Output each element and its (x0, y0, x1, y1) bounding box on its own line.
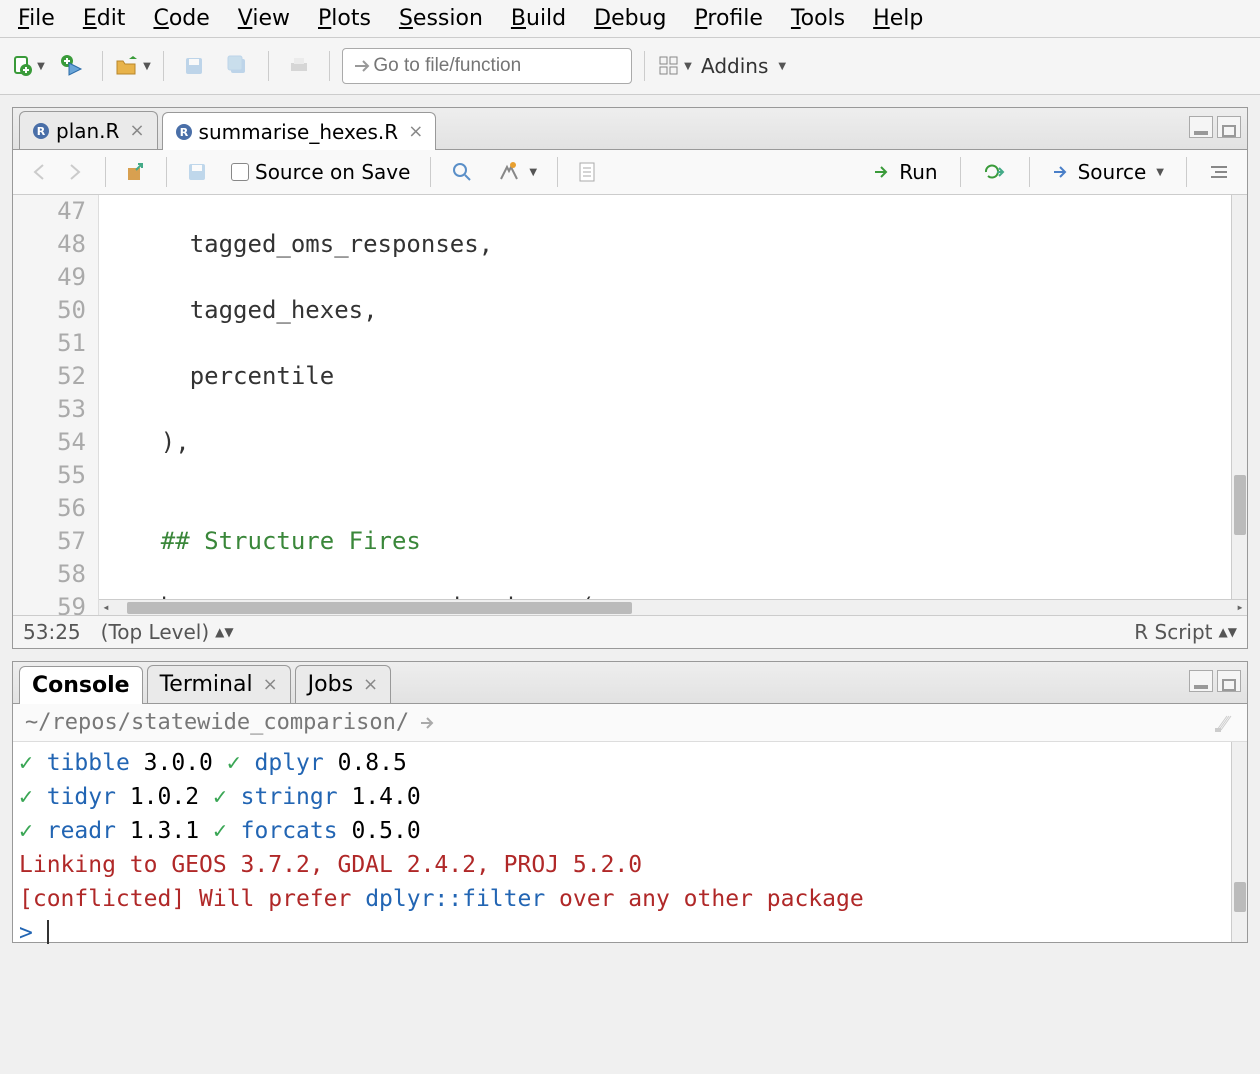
source-tabs: R plan.R × R summarise_hexes.R × (13, 108, 1247, 150)
console-cursor (47, 920, 49, 944)
menu-debug[interactable]: Debug (594, 6, 666, 31)
save-button[interactable] (176, 48, 212, 84)
source-icon (1052, 164, 1072, 180)
scope-selector[interactable]: (Top Level) ▲▼ (101, 620, 234, 644)
new-project-button[interactable] (54, 48, 90, 84)
menu-session[interactable]: Session (399, 6, 483, 31)
save-file-button[interactable] (179, 158, 215, 186)
menu-file[interactable]: File (18, 6, 55, 31)
tab-summarise-hexes-r[interactable]: R summarise_hexes.R × (162, 112, 437, 150)
goto-file-input[interactable] (373, 55, 621, 77)
code-tools-button[interactable]: ▼ (489, 157, 545, 187)
svg-text:R: R (37, 125, 46, 138)
source-pane: R plan.R × R summarise_hexes.R × (12, 107, 1248, 649)
minimize-pane-button[interactable] (1189, 116, 1213, 138)
find-replace-button[interactable] (443, 157, 481, 187)
save-all-button[interactable] (220, 48, 256, 84)
wd-path: ~/repos/statewide_comparison/ (25, 710, 409, 735)
close-tab-icon[interactable]: × (263, 674, 278, 695)
main-toolbar: ▼ ▼ ▼ Addins ▼ (0, 38, 1260, 95)
run-button[interactable]: Run (865, 156, 945, 188)
source-label: Source (1078, 160, 1147, 184)
tab-plan-r[interactable]: R plan.R × (19, 111, 158, 149)
r-file-icon: R (175, 123, 193, 141)
tab-label: Console (32, 673, 130, 698)
grid-view-button[interactable]: ▼ (657, 48, 693, 84)
source-button[interactable]: Source ▼ (1044, 156, 1172, 188)
close-tab-icon[interactable]: × (129, 120, 144, 141)
menu-plots[interactable]: Plots (318, 6, 371, 31)
editor-horizontal-scrollbar[interactable]: ◂▸ (99, 599, 1247, 615)
cursor-position: 53:25 (23, 620, 81, 644)
menu-tools[interactable]: Tools (791, 6, 845, 31)
new-file-button[interactable]: ▼ (10, 48, 46, 84)
filetype-selector[interactable]: R Script ▲▼ (1134, 620, 1237, 644)
console-output[interactable]: ✓ tibble 3.0.0 ✓ dplyr 0.8.5 ✓ tidyr 1.0… (13, 742, 1247, 942)
addins-menu[interactable]: Addins ▼ (701, 54, 786, 78)
menu-profile[interactable]: Profile (695, 6, 763, 31)
r-file-icon: R (32, 122, 50, 140)
print-button[interactable] (281, 48, 317, 84)
source-on-save-checkbox[interactable]: Source on Save (223, 156, 418, 188)
goto-arrow-icon (353, 57, 373, 75)
console-tabs: Console Terminal × Jobs × (13, 662, 1247, 704)
line-gutter: 47 48 49 50 51 52 53 54 55 56 57 58 59 6… (13, 195, 99, 615)
tab-label: plan.R (56, 119, 119, 143)
open-file-button[interactable]: ▼ (115, 48, 151, 84)
menu-view[interactable]: View (238, 6, 290, 31)
close-tab-icon[interactable]: × (363, 674, 378, 695)
menu-bar: File Edit Code View Plots Session Build … (0, 0, 1260, 38)
working-directory: ~/repos/statewide_comparison/ (13, 704, 1247, 742)
code-content[interactable]: tagged_oms_responses, tagged_hexes, perc… (99, 195, 1247, 615)
source-on-save-label: Source on Save (255, 160, 410, 184)
console-pane: Console Terminal × Jobs × ~/repos/statew… (12, 661, 1248, 943)
wd-arrow-icon[interactable] (419, 715, 439, 731)
menu-code[interactable]: Code (153, 6, 209, 31)
menu-help[interactable]: Help (873, 6, 923, 31)
rerun-button[interactable] (975, 159, 1015, 185)
tab-label: Terminal (160, 672, 253, 697)
nav-forward-button[interactable] (57, 159, 93, 185)
close-tab-icon[interactable]: × (408, 121, 423, 142)
show-in-new-window-button[interactable] (118, 158, 154, 186)
clear-console-icon[interactable] (1213, 712, 1235, 734)
minimize-pane-button[interactable] (1189, 670, 1213, 692)
menu-edit[interactable]: Edit (83, 6, 126, 31)
svg-text:R: R (179, 126, 188, 139)
code-editor[interactable]: 47 48 49 50 51 52 53 54 55 56 57 58 59 6… (13, 195, 1247, 615)
editor-vertical-scrollbar[interactable] (1231, 195, 1247, 599)
tab-terminal[interactable]: Terminal × (147, 665, 291, 703)
tab-console[interactable]: Console (19, 666, 143, 704)
goto-file-function[interactable] (342, 48, 632, 84)
tab-label: summarise_hexes.R (199, 120, 399, 144)
editor-toolbar: Source on Save ▼ Run Source (13, 150, 1247, 195)
tab-label: Jobs (308, 672, 353, 697)
compile-report-button[interactable] (570, 157, 604, 187)
outline-button[interactable] (1201, 160, 1237, 184)
menu-build[interactable]: Build (511, 6, 566, 31)
tab-jobs[interactable]: Jobs × (295, 665, 391, 703)
editor-statusbar: 53:25 (Top Level) ▲▼ R Script ▲▼ (13, 615, 1247, 648)
console-prompt: > (19, 920, 33, 946)
console-vertical-scrollbar[interactable] (1231, 742, 1247, 942)
maximize-pane-button[interactable] (1217, 116, 1241, 138)
run-label: Run (899, 160, 937, 184)
maximize-pane-button[interactable] (1217, 670, 1241, 692)
run-icon (873, 164, 893, 180)
nav-back-button[interactable] (23, 159, 59, 185)
